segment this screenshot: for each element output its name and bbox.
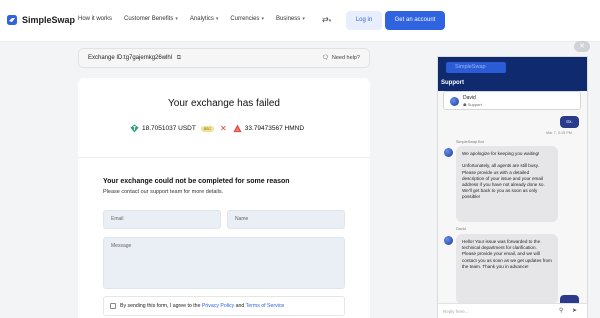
get-account-button[interactable]: Get an account <box>385 11 445 30</box>
chat-bubble-icon: 🗨 <box>321 55 329 61</box>
chevron-down-icon: ▾ <box>302 16 305 22</box>
agent-message-text: Hello! Your issue was forwarded to the t… <box>462 239 552 269</box>
email-field[interactable]: Email <box>103 210 221 229</box>
nav-how-it-works[interactable]: How it works <box>78 16 112 22</box>
to-amount: 33.79473567 HMND <box>244 125 305 132</box>
agent-role: ☗ Support <box>463 102 482 107</box>
exchange-id-row: Exchange ID:tg7gajemkg26wlhl ⧉ <box>88 55 181 62</box>
network-badge: BSC <box>200 125 215 132</box>
agent-card: David ☗ Support <box>443 91 581 110</box>
bot-message-text: We apologize for keeping you waiting! Un… <box>462 151 545 200</box>
consent-prefix: By sending this form, I agree to the <box>120 303 201 309</box>
chevron-down-icon: ▾ <box>215 16 219 22</box>
bot-message: We apologize for keeping you waiting! Un… <box>456 146 558 222</box>
hmnd-icon <box>233 124 242 133</box>
chat-reply-bar: Reply here... ⚲ ➤ <box>438 303 587 318</box>
message-timestamp: Mar 7, 3:15 PM <box>546 131 572 135</box>
chevron-down-icon: ▾ <box>175 16 178 22</box>
chat-header: SimpleSwap Support <box>438 57 587 91</box>
status-title: Your exchange has failed <box>168 98 280 109</box>
exchange-id-bar: Exchange ID:tg7gajemkg26wlhl ⧉ 🗨 Need he… <box>78 48 370 68</box>
main-nav: How it works Customer Benefits ▾ Analytic… <box>78 16 305 22</box>
name-placeholder: Name <box>235 216 249 222</box>
bot-avatar <box>444 148 453 157</box>
from-amount: 18.7051037 USDT <box>142 125 196 132</box>
attachment-icon[interactable]: ⚲ <box>559 307 563 314</box>
chat-title: Support <box>441 80 464 86</box>
send-icon[interactable]: ➤ <box>572 307 577 314</box>
nav-label: Customer Benefits <box>124 16 174 22</box>
nav-label: Business <box>275 16 301 22</box>
sender-label: SimpleSwap Bot <box>456 140 484 144</box>
reply-input[interactable]: Reply here... <box>443 309 469 314</box>
agent-name: David <box>463 95 476 101</box>
chevron-down-icon: ▾ <box>261 16 264 22</box>
message-placeholder: Message <box>111 243 132 249</box>
message-field[interactable]: Message <box>103 237 345 289</box>
logo-text: SimpleSwap <box>22 15 76 25</box>
headset-icon: ☗ <box>463 102 467 107</box>
nav-label: Analytics <box>189 16 214 22</box>
exchange-card: Your exchange has failed 18.7051037 USDT… <box>78 78 370 318</box>
agent-role-label: Support <box>467 102 482 107</box>
nav-label: Currencies <box>230 16 260 22</box>
copy-icon[interactable]: ⧉ <box>177 55 181 61</box>
agent-avatar <box>444 236 453 245</box>
consent-row: By sending this form, I agree to the Pri… <box>103 296 345 316</box>
chat-close-button[interactable]: ✕ <box>574 41 590 52</box>
chat-brand: SimpleSwap <box>446 62 506 73</box>
user-message: trx. <box>560 116 579 128</box>
privacy-policy-link[interactable]: Privacy Policy <box>202 303 234 309</box>
nav-currencies[interactable]: Currencies ▾ <box>230 16 264 22</box>
consent-and: and <box>235 303 245 309</box>
exchange-id: Exchange ID:tg7gajemkg26wlhl <box>88 55 173 61</box>
need-help-label: Need help? <box>331 55 360 61</box>
nav-business[interactable]: Business ▾ <box>276 16 305 22</box>
consent-checkbox[interactable] <box>110 303 116 309</box>
error-title: Your exchange could not be completed for… <box>103 178 290 185</box>
login-button[interactable]: Log in <box>346 11 382 30</box>
email-placeholder: Email <box>111 216 124 222</box>
name-field[interactable]: Name <box>227 210 345 229</box>
nav-analytics[interactable]: Analytics ▾ <box>190 16 219 22</box>
consent-text: By sending this form, I agree to the Pri… <box>120 303 284 309</box>
usdt-icon <box>130 124 139 133</box>
swap-arrows-icon[interactable]: ⇄▾ <box>322 15 331 24</box>
nav-label: How it works <box>78 16 113 22</box>
terms-of-service-link[interactable]: Terms of Service <box>246 303 285 309</box>
failed-x-icon: ✕ <box>220 124 227 133</box>
agent-avatar <box>450 97 459 106</box>
simpleswap-logo-icon <box>7 15 17 25</box>
error-subtitle: Please contact our support team for more… <box>103 189 224 195</box>
need-help-link[interactable]: 🗨 Need help? <box>322 55 360 61</box>
support-chat: SimpleSwap Support David ☗ Support trx. … <box>437 56 588 318</box>
top-header: SimpleSwap How it works Customer Benefit… <box>0 0 600 42</box>
logo[interactable]: SimpleSwap <box>6 14 75 26</box>
sender-label: David <box>456 227 466 231</box>
nav-customer-benefits[interactable]: Customer Benefits ▾ <box>124 16 178 22</box>
exchange-amounts: 18.7051037 USDT BSC ✕ 33.79473567 HMND <box>130 124 304 133</box>
divider <box>78 157 370 158</box>
agent-message: Hello! Your issue was forwarded to the t… <box>456 234 558 304</box>
